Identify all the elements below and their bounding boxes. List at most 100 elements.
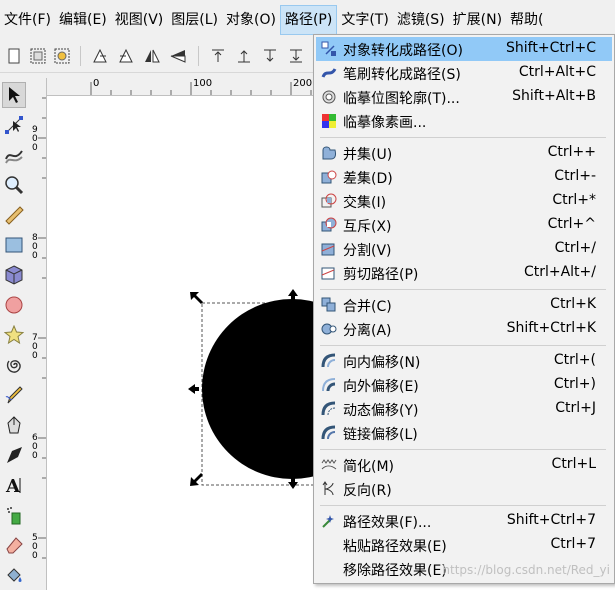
menu-item-shortcut: Ctrl+L	[551, 456, 596, 472]
menu-item-shortcut: Shift+Alt+B	[512, 88, 596, 104]
spray-tool-icon[interactable]	[2, 502, 26, 528]
menu-item-simplify[interactable]: 简化(M) Ctrl+L	[316, 453, 612, 477]
menu-item-linked-offset[interactable]: 链接偏移(L)	[316, 421, 612, 445]
3d-box-tool-icon[interactable]	[2, 262, 26, 288]
menu-item-label: 动态偏移(Y)	[343, 403, 419, 419]
lower-icon[interactable]	[260, 46, 280, 66]
ruler-label: 500	[32, 533, 38, 561]
trace-bitmap-icon	[321, 89, 337, 105]
menu-item-difference[interactable]: 差集(D) Ctrl+-	[316, 165, 612, 189]
menu-item-label: 分离(A)	[343, 323, 392, 339]
menu-item-shortcut: Ctrl+(	[553, 352, 596, 368]
measure-tool-icon[interactable]	[2, 202, 26, 228]
menu-item-shortcut: Ctrl+Alt+/	[523, 264, 596, 280]
menu-item-intersection[interactable]: 交集(I) Ctrl+*	[316, 189, 612, 213]
menu-item-stroke-to-path[interactable]: 笔刷转化成路径(S) Ctrl+Alt+C	[316, 61, 612, 85]
menu-help[interactable]: 帮助(	[506, 5, 547, 35]
menu-item-reverse[interactable]: 反向(R)	[316, 477, 612, 501]
menu-extensions[interactable]: 扩展(N)	[449, 5, 506, 35]
pen-tool-icon[interactable]	[2, 412, 26, 438]
menu-text[interactable]: 文字(T)	[337, 5, 392, 35]
difference-icon	[321, 169, 337, 185]
flip-horizontal-icon[interactable]	[142, 46, 162, 66]
menu-item-label: 向内偏移(N)	[343, 355, 421, 371]
menu-item-dynamic-offset[interactable]: 动态偏移(Y) Ctrl+J	[316, 397, 612, 421]
raise-icon[interactable]	[234, 46, 254, 66]
menu-separator	[320, 137, 606, 138]
menu-view[interactable]: 视图(V)	[111, 5, 168, 35]
tweak-tool-icon[interactable]	[2, 142, 26, 168]
toolbox: A	[0, 78, 28, 590]
ruler-label: 100	[193, 78, 213, 89]
combine-icon	[321, 297, 337, 313]
node-tool-icon[interactable]	[2, 112, 26, 138]
menu-filters[interactable]: 滤镜(S)	[393, 5, 449, 35]
zoom-tool-icon[interactable]	[2, 172, 26, 198]
rotate-cw-icon[interactable]	[116, 46, 136, 66]
menu-file[interactable]: 文件(F)	[0, 5, 55, 35]
menu-item-label: 链接偏移(L)	[343, 427, 418, 443]
selector-tool-icon[interactable]	[2, 82, 26, 108]
menu-item-label: 分割(V)	[343, 243, 392, 259]
text-tool-icon[interactable]: A	[2, 472, 26, 498]
document-icon[interactable]	[4, 46, 24, 66]
menu-item-label: 互斥(X)	[343, 219, 392, 235]
menu-separator	[320, 449, 606, 450]
menu-item-label: 交集(I)	[343, 195, 387, 211]
ellipse-tool-icon[interactable]	[2, 292, 26, 318]
menu-item-label: 差集(D)	[343, 171, 393, 187]
inset-icon	[321, 353, 337, 369]
lower-to-bottom-icon[interactable]	[286, 46, 306, 66]
flip-rotate-ccw-icon[interactable]	[90, 46, 110, 66]
raise-to-top-icon[interactable]	[208, 46, 228, 66]
ruler-label: 0	[93, 78, 100, 89]
menu-item-label: 对象转化成路径(O)	[343, 43, 463, 59]
menu-item-label: 路径效果(F)...	[343, 515, 432, 531]
select-all-layers-icon[interactable]	[52, 46, 72, 66]
select-all-icon[interactable]	[28, 46, 48, 66]
menu-item-trace-pixel-art[interactable]: 临摹像素画...	[316, 109, 612, 133]
menu-object[interactable]: 对象(O)	[222, 5, 280, 35]
svg-text:A: A	[5, 476, 21, 495]
menu-edit[interactable]: 编辑(E)	[55, 5, 111, 35]
simplify-icon	[321, 457, 337, 473]
watermark: https://blog.csdn.net/Red_yi	[442, 563, 610, 577]
menu-layer[interactable]: 图层(L)	[167, 5, 222, 35]
pencil-tool-icon[interactable]	[2, 382, 26, 408]
menu-item-label: 临摹像素画...	[343, 115, 427, 131]
menu-item-shortcut: Shift+Ctrl+7	[506, 512, 596, 528]
eraser-tool-icon[interactable]	[2, 532, 26, 558]
menu-item-shortcut: Ctrl+K	[550, 296, 596, 312]
cut-path-icon	[321, 265, 337, 281]
star-tool-icon[interactable]	[2, 322, 26, 348]
menu-item-shortcut: Ctrl+^	[547, 216, 596, 232]
menu-item-inset[interactable]: 向内偏移(N) Ctrl+(	[316, 349, 612, 373]
menu-item-exclusion[interactable]: 互斥(X) Ctrl+^	[316, 213, 612, 237]
menu-item-combine[interactable]: 合并(C) Ctrl+K	[316, 293, 612, 317]
paint-bucket-tool-icon[interactable]	[2, 562, 26, 588]
menu-item-label: 粘贴路径效果(E)	[343, 539, 447, 555]
menu-item-shortcut: Ctrl+)	[553, 376, 596, 392]
menu-item-paste-path-effect[interactable]: 粘贴路径效果(E) Ctrl+7	[316, 533, 612, 557]
menu-item-cut-path[interactable]: 剪切路径(P) Ctrl+Alt+/	[316, 261, 612, 285]
menu-item-division[interactable]: 分割(V) Ctrl+/	[316, 237, 612, 261]
menu-item-outset[interactable]: 向外偏移(E) Ctrl+)	[316, 373, 612, 397]
menu-item-break-apart[interactable]: 分离(A) Shift+Ctrl+K	[316, 317, 612, 341]
menu-item-object-to-path[interactable]: 对象转化成路径(O) Shift+Ctrl+C	[316, 37, 612, 61]
calligraphy-tool-icon[interactable]	[2, 442, 26, 468]
trace-pixel-art-icon	[321, 113, 337, 129]
menu-item-label: 并集(U)	[343, 147, 393, 163]
object-to-path-icon	[321, 41, 337, 57]
path-menu-dropdown: 对象转化成路径(O) Shift+Ctrl+C 笔刷转化成路径(S) Ctrl+…	[313, 34, 615, 584]
menu-path[interactable]: 路径(P)	[279, 5, 338, 35]
menu-item-path-effects[interactable]: 路径效果(F)... Shift+Ctrl+7	[316, 509, 612, 533]
menu-item-union[interactable]: 并集(U) Ctrl++	[316, 141, 612, 165]
flip-vertical-icon[interactable]	[168, 46, 188, 66]
menu-item-shortcut: Shift+Ctrl+K	[506, 320, 596, 336]
rectangle-tool-icon[interactable]	[2, 232, 26, 258]
spiral-tool-icon[interactable]	[2, 352, 26, 378]
menu-item-shortcut: Ctrl+Alt+C	[518, 64, 596, 80]
menu-item-label: 移除路径效果(E)	[343, 563, 447, 579]
path-effects-icon	[321, 513, 337, 529]
menu-item-trace-bitmap[interactable]: 临摹位图轮廓(T)... Shift+Alt+B	[316, 85, 612, 109]
